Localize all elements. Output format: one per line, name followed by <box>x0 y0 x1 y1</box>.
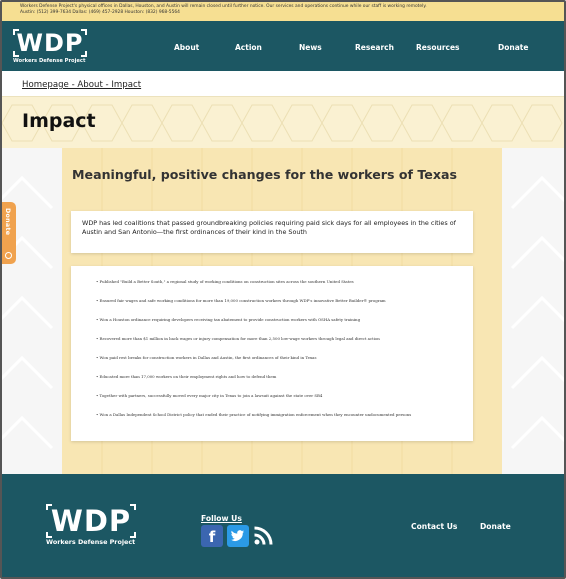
list-item: • Published "Build a Better South," a re… <box>96 279 354 284</box>
footer-logo-link[interactable]: WDP <box>46 504 136 538</box>
right-gutter <box>502 148 564 474</box>
page-title: Impact <box>22 110 96 132</box>
chevron-pattern <box>2 175 54 450</box>
side-donate-label: Donate <box>4 208 11 236</box>
list-item: • Together with partners, successfully m… <box>96 393 323 398</box>
list-item: • Recovered more than $1 million in back… <box>96 336 380 341</box>
list-item: • Ensured fair wages and safe working co… <box>96 298 386 303</box>
chevron-pattern <box>510 175 564 450</box>
footer-logo-subtitle: Workers Defense Project <box>46 538 136 546</box>
nav-about[interactable]: About <box>174 43 199 52</box>
nav-donate[interactable]: Donate <box>498 43 528 52</box>
browser-frame: Workers Defense Project's physical offic… <box>0 0 566 579</box>
logo-text: WDP <box>16 29 84 57</box>
nav-news[interactable]: News <box>299 43 322 52</box>
list-item: • Won paid rest breaks for construction … <box>96 355 317 360</box>
circle-icon <box>5 252 12 259</box>
summary-card: WDP has led coalitions that passed groun… <box>71 211 473 253</box>
logo-link[interactable]: WDP <box>13 29 87 57</box>
top-navigation: WDP Workers Defense Project About Action… <box>2 21 564 71</box>
nav-research[interactable]: Research <box>355 43 394 52</box>
impact-list-card: • Published "Build a Better South," a re… <box>71 266 473 441</box>
notice-line-2: Austin: (512) 399-7634 Dallas: (469) 457… <box>20 10 180 15</box>
contact-us-link[interactable]: Contact Us <box>411 522 457 531</box>
summary-text: WDP has led coalitions that passed groun… <box>82 219 456 236</box>
logo-subtitle: Workers Defense Project <box>13 58 86 64</box>
rss-icon[interactable] <box>252 525 274 547</box>
nav-action[interactable]: Action <box>235 43 262 52</box>
side-donate-tab[interactable]: Donate <box>2 202 16 264</box>
nav-resources[interactable]: Resources <box>416 43 460 52</box>
footer-logo-text: WDP <box>50 504 132 538</box>
list-item: • Educated more than 17,000 workers on t… <box>96 374 277 379</box>
title-banner: Impact <box>2 96 564 148</box>
footer-donate-link[interactable]: Donate <box>480 522 511 531</box>
list-item: • Won a Dallas Independent School Distri… <box>96 412 412 417</box>
twitter-bird-glyph <box>231 530 244 541</box>
twitter-icon[interactable] <box>227 525 249 547</box>
rss-glyph <box>254 526 273 545</box>
left-gutter <box>2 148 62 474</box>
section-heading: Meaningful, positive changes for the wor… <box>72 167 457 182</box>
follow-us-link[interactable]: Follow Us <box>201 514 242 523</box>
footer: WDP Workers Defense Project Follow Us f … <box>2 474 564 577</box>
list-item: • Won a Houston ordinance requiring deve… <box>96 317 361 322</box>
facebook-icon[interactable]: f <box>201 525 223 547</box>
breadcrumb[interactable]: Homepage - About - Impact <box>22 80 141 90</box>
notice-banner: Workers Defense Project's physical offic… <box>2 2 564 21</box>
